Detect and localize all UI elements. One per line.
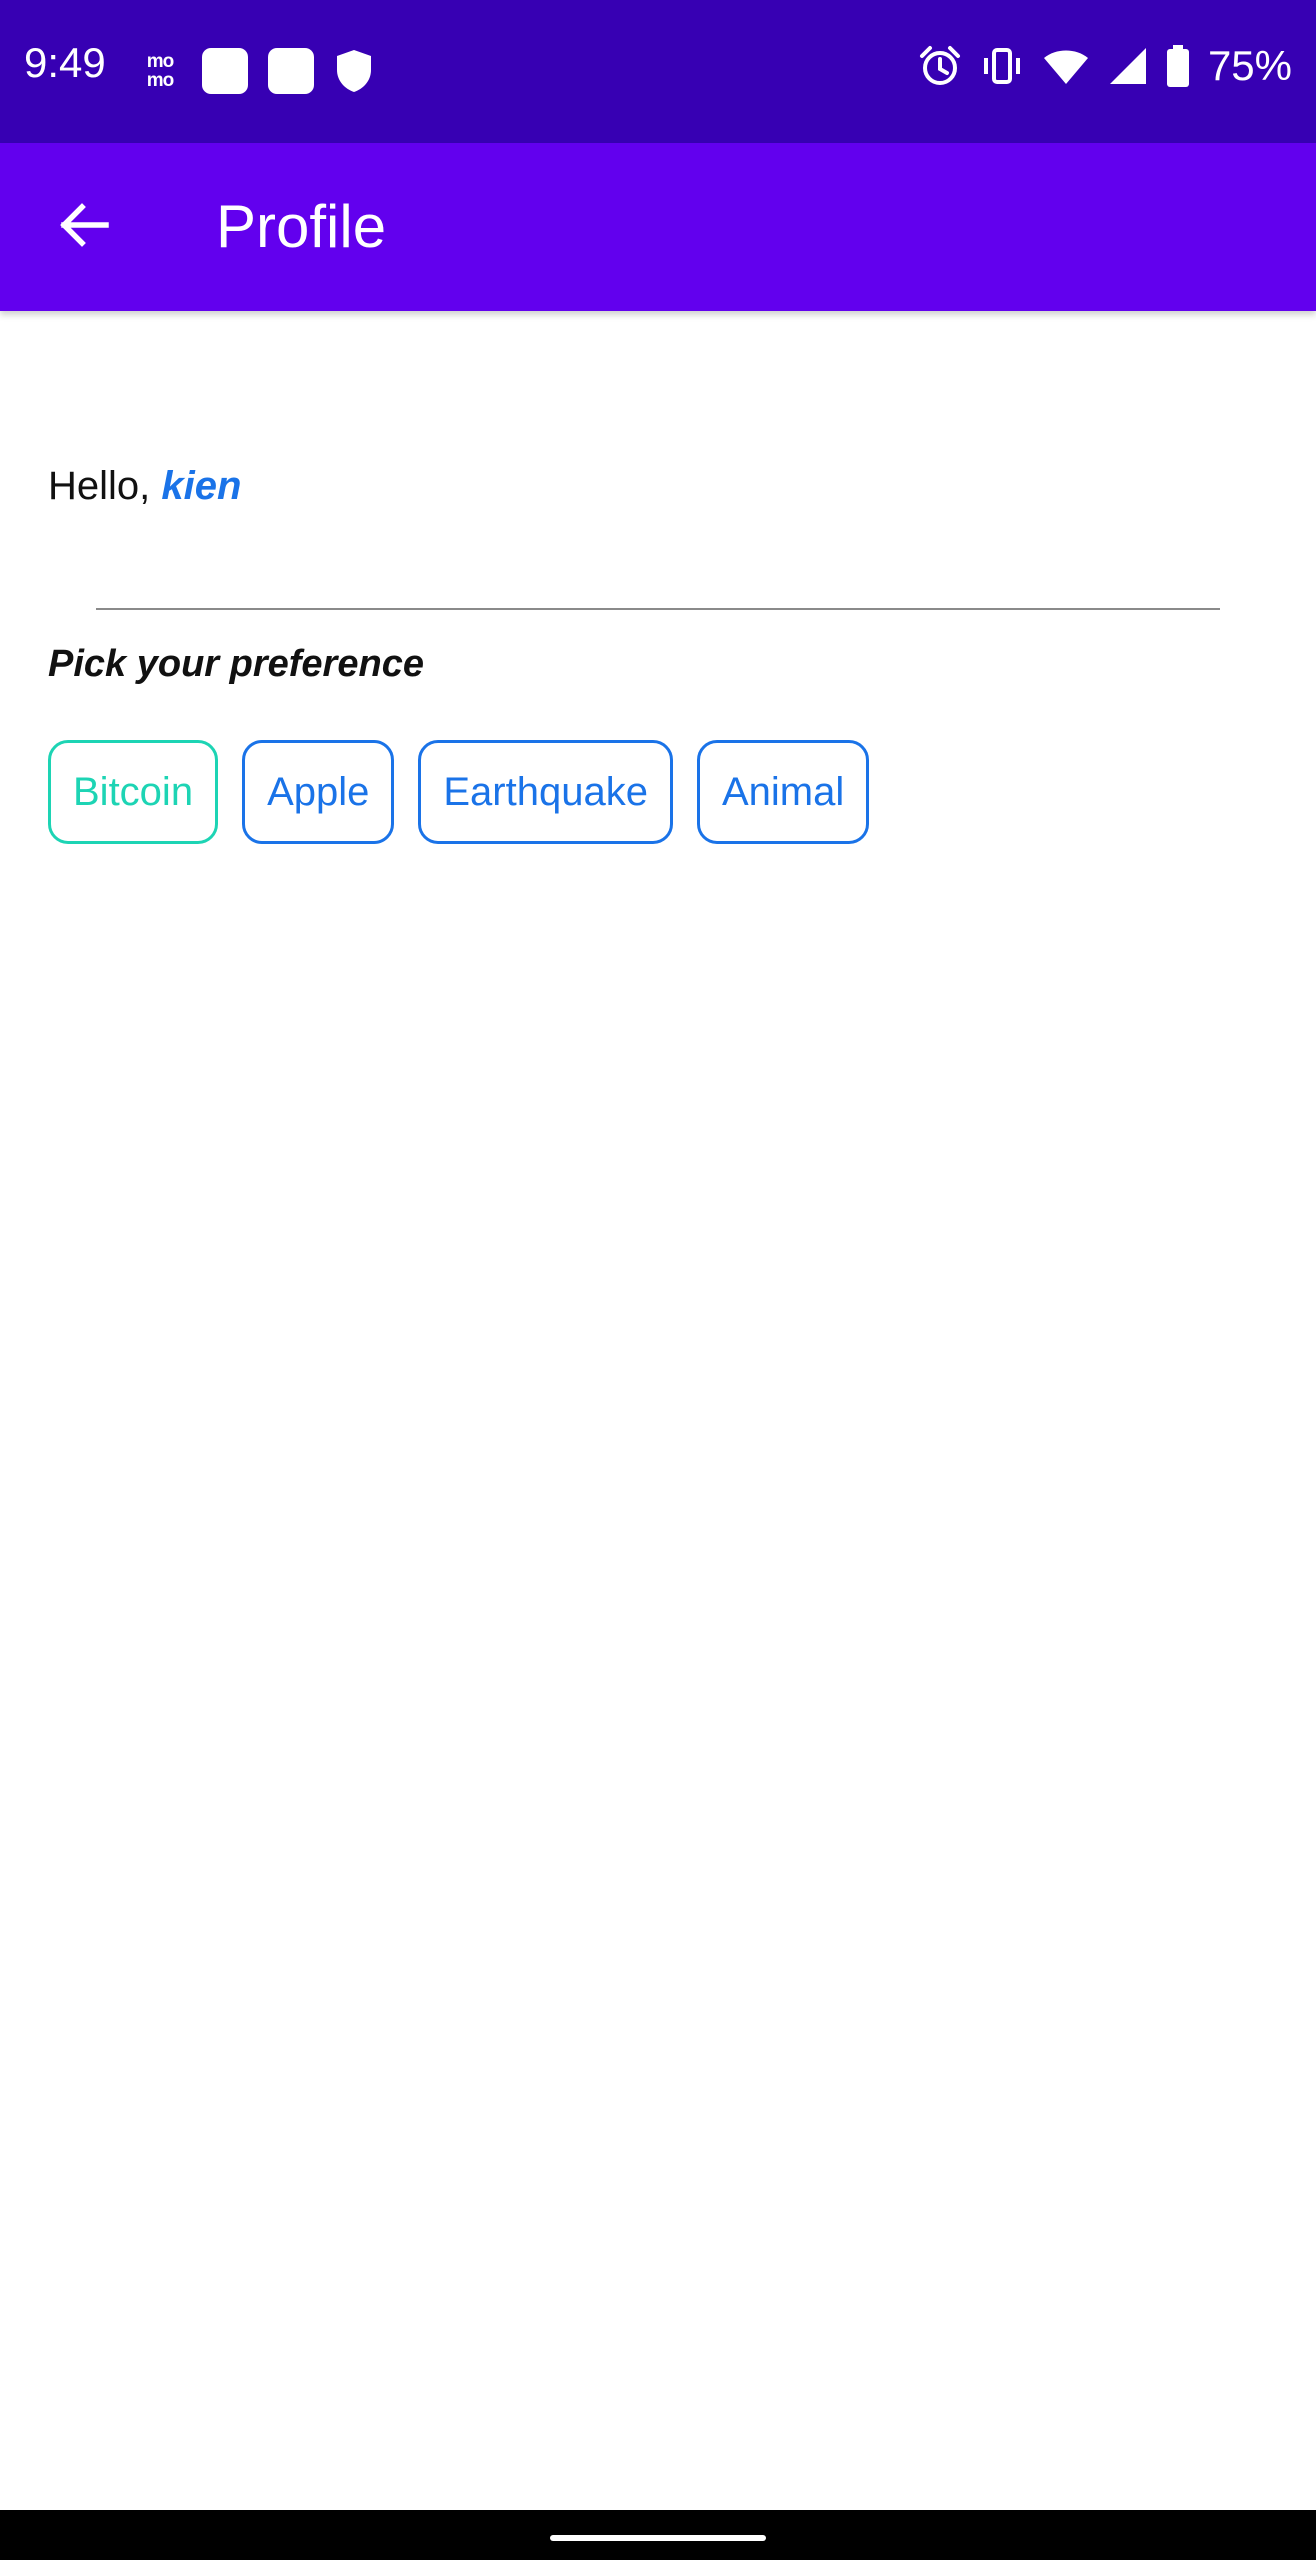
user-name: kien xyxy=(161,464,242,508)
shield-icon xyxy=(334,48,374,94)
page-title: Profile xyxy=(216,193,387,260)
battery-icon xyxy=(1166,45,1190,87)
preference-section-title: Pick your preference xyxy=(48,643,424,685)
divider xyxy=(96,608,1220,610)
back-button[interactable] xyxy=(48,189,120,261)
momo-icon: mo mo xyxy=(138,49,182,93)
alarm-icon xyxy=(918,44,962,88)
profile-screen: 9:49 mo mo 75% Profile Hello, kien Pick … xyxy=(0,0,1316,2560)
preference-chip-bitcoin[interactable]: Bitcoin xyxy=(48,740,219,844)
app-bar: Profile xyxy=(0,143,1316,311)
greeting: Hello, kien xyxy=(48,462,241,510)
battery-percent: 75% xyxy=(1207,42,1292,89)
momo-top-text: mo xyxy=(146,51,174,72)
arrow-back-icon xyxy=(60,203,109,247)
preference-chip-earthquake[interactable]: Earthquake xyxy=(418,740,673,844)
momo-bottom-text: mo xyxy=(146,70,174,91)
preference-chip-apple[interactable]: Apple xyxy=(242,740,395,844)
status-bar: 9:49 mo mo 75% xyxy=(0,0,1316,143)
greeting-prefix: Hello, xyxy=(48,464,162,508)
home-indicator[interactable] xyxy=(550,2535,766,2541)
wifi-icon xyxy=(1042,46,1090,86)
preference-chips: Bitcoin Apple Earthquake Animal xyxy=(48,740,870,844)
navigation-bar xyxy=(0,2510,1316,2560)
notification-square-icon xyxy=(202,48,248,94)
status-right-icons: 75% xyxy=(918,44,1292,88)
status-left-icons: mo mo xyxy=(138,48,374,94)
status-time: 9:49 xyxy=(24,39,106,86)
cell-signal-icon xyxy=(1108,46,1148,86)
notification-square-icon xyxy=(268,48,314,94)
vibrate-icon xyxy=(980,44,1024,88)
preference-chip-animal[interactable]: Animal xyxy=(696,740,870,844)
